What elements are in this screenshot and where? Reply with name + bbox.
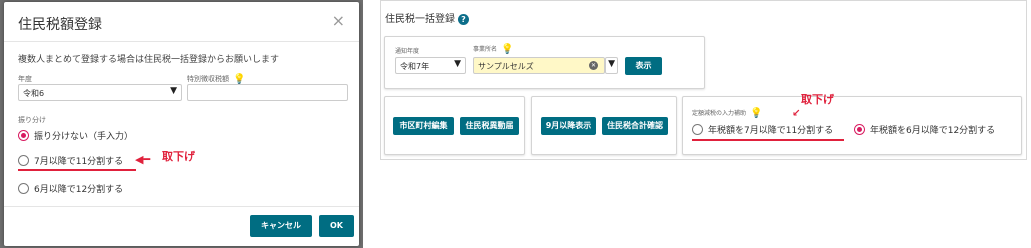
bulk-note: 複数人まとめて登録する場合は住民税一括登録からお願いします xyxy=(18,55,280,65)
radio-label: 年税額を6月以降で12分割する xyxy=(870,126,996,136)
radio-option-11[interactable]: 7月以降で11分割する xyxy=(18,154,123,167)
radio-label: 7月以降で11分割する xyxy=(34,157,124,167)
page-frame: 住民税一括登録? 通知年度 令和7年 ▼ 事業所名 💡 サンプルセルズ ✕ ▼ 表… xyxy=(380,0,1027,160)
year-select-value: 令和6 xyxy=(23,89,45,98)
modal-backdrop: 住民税額登録 × 複数人まとめて登録する場合は住民税一括登録からお願いします 年… xyxy=(0,0,363,248)
office-select[interactable]: サンプルセルズ ✕ xyxy=(473,57,605,74)
radio-unselected[interactable] xyxy=(692,124,703,135)
radio-label: 年税額を7月以降で11分割する xyxy=(708,126,834,136)
after-september-button[interactable]: 9月以降表示 xyxy=(541,117,596,135)
year-select[interactable]: 令和6 ▼ xyxy=(18,84,182,101)
notice-year-select[interactable]: 令和7年 ▼ xyxy=(395,57,466,74)
chevron-down-icon: ▼ xyxy=(608,59,615,69)
radio-option-11[interactable]: 年税額を7月以降で11分割する xyxy=(692,123,833,136)
fixed-reduction-label: 定額減税の入力補助 💡 xyxy=(692,108,762,119)
display-button[interactable]: 表示 xyxy=(625,57,662,75)
total-check-button[interactable]: 住民税合計確認 xyxy=(602,117,668,135)
bulk-registration-page: 住民税一括登録? 通知年度 令和7年 ▼ 事業所名 💡 サンプルセルズ ✕ ▼ 表… xyxy=(375,0,1031,248)
radio-label: 振り分けない（手入力） xyxy=(34,132,134,142)
annotation-underline xyxy=(18,169,136,171)
annotation-text: 取下げ xyxy=(801,93,834,106)
dialog-header: 住民税額登録 × xyxy=(4,2,359,42)
radio-label: 6月以降で12分割する xyxy=(34,185,124,195)
help-icon[interactable]: ? xyxy=(458,14,469,25)
action-panel-b: 9月以降表示 住民税合計確認 xyxy=(531,96,677,155)
chevron-down-icon: ▼ xyxy=(170,86,177,96)
resident-tax-change-button[interactable]: 住民税異動届 xyxy=(460,117,519,135)
radio-option-manual[interactable]: 振り分けない（手入力） xyxy=(18,129,133,142)
office-label: 事業所名 💡 xyxy=(473,44,513,55)
municipality-edit-button[interactable]: 市区町村編集 xyxy=(393,117,454,135)
radio-unselected[interactable] xyxy=(18,183,29,194)
radio-option-12[interactable]: 年税額を6月以降で12分割する xyxy=(854,123,995,136)
tax-registration-dialog: 住民税額登録 × 複数人まとめて登録する場合は住民税一括登録からお願いします 年… xyxy=(4,2,359,246)
filter-panel: 通知年度 令和7年 ▼ 事業所名 💡 サンプルセルズ ✕ ▼ 表示 xyxy=(384,36,705,89)
page-title-text: 住民税一括登録 xyxy=(385,14,455,25)
fixed-reduction-panel: 定額減税の入力補助 💡 年税額を7月以降で11分割する 年税額を6月以降で12分割… xyxy=(682,96,1022,155)
office-label-text: 事業所名 xyxy=(473,46,498,53)
fixed-reduction-label-text: 定額減税の入力補助 xyxy=(692,110,747,117)
clear-icon[interactable]: ✕ xyxy=(589,61,598,70)
lightbulb-icon[interactable]: 💡 xyxy=(750,108,762,119)
annotation-arrow: ◀━ xyxy=(135,153,151,166)
special-tax-label-text: 特別徴収税額 xyxy=(187,75,229,83)
close-icon[interactable]: × xyxy=(332,12,345,30)
dialog-title: 住民税額登録 xyxy=(18,17,102,33)
radio-selected[interactable] xyxy=(854,124,865,135)
ok-button[interactable]: OK xyxy=(319,215,354,237)
action-panel-a: 市区町村編集 住民税異動届 xyxy=(384,96,525,155)
office-value: サンプルセルズ xyxy=(478,62,534,71)
notice-year-label: 通知年度 xyxy=(395,48,420,55)
notice-year-value: 令和7年 xyxy=(400,62,430,71)
radio-option-12[interactable]: 6月以降で12分割する xyxy=(18,182,123,195)
office-dropdown-toggle[interactable]: ▼ xyxy=(605,57,618,74)
page-title: 住民税一括登録? xyxy=(385,10,469,25)
annotation-text: 取下げ xyxy=(162,150,195,163)
distribution-label: 振り分け xyxy=(18,116,46,124)
cancel-button[interactable]: キャンセル xyxy=(250,215,312,237)
radio-selected[interactable] xyxy=(18,130,29,141)
year-label: 年度 xyxy=(18,75,32,83)
radio-unselected[interactable] xyxy=(18,155,29,166)
dialog-footer: キャンセル OK xyxy=(4,206,359,246)
annotation-underline xyxy=(692,139,844,141)
lightbulb-icon[interactable]: 💡 xyxy=(501,44,513,55)
chevron-down-icon: ▼ xyxy=(454,59,461,69)
special-tax-input[interactable] xyxy=(187,84,348,101)
annotation-arrow: ↙ xyxy=(792,108,801,119)
